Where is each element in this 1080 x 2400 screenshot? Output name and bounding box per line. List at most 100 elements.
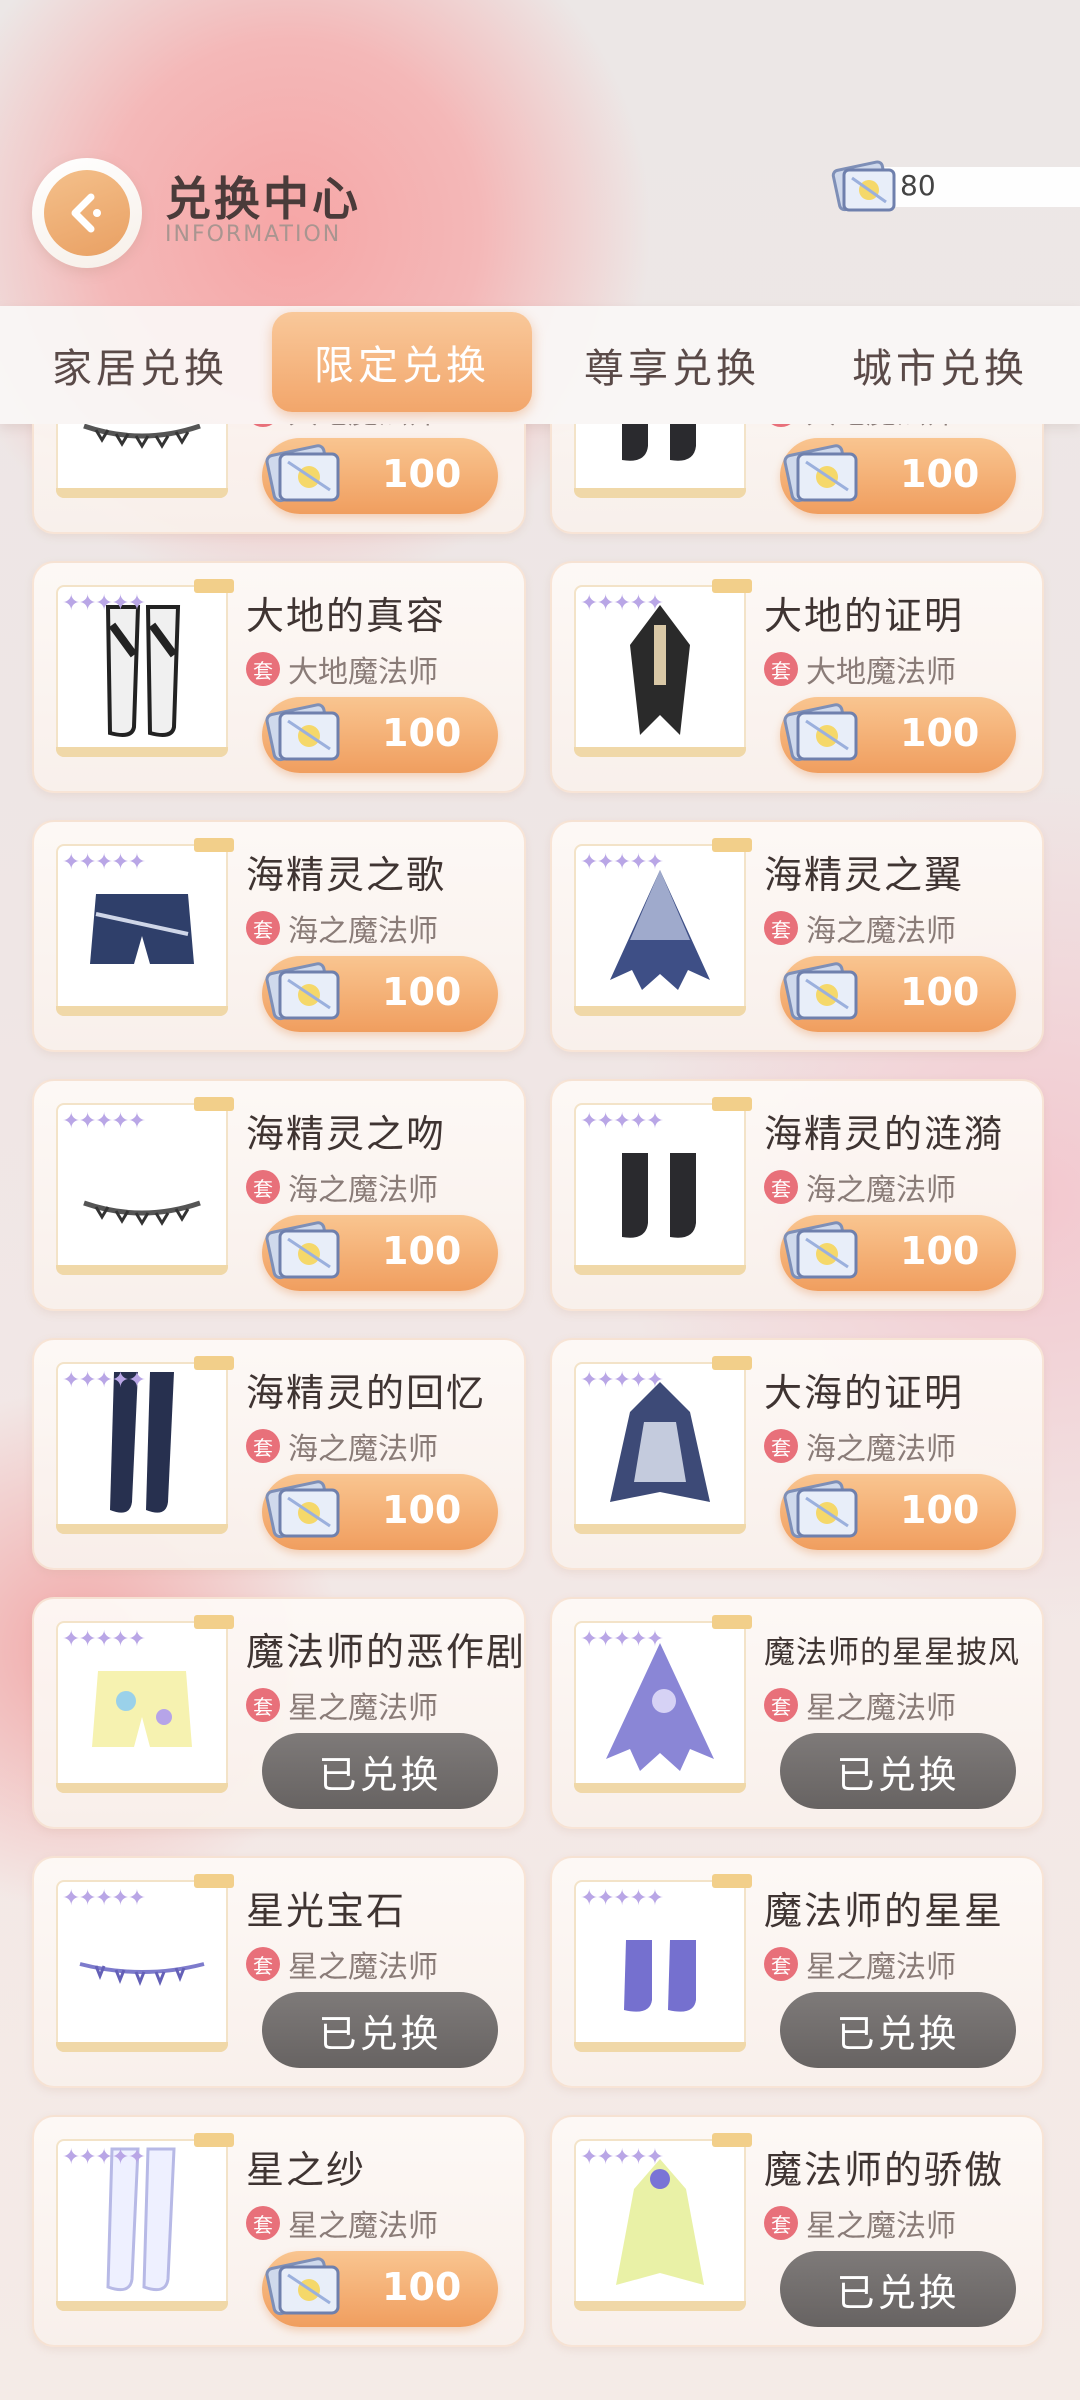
thumbnail-stripe	[574, 1265, 746, 1275]
item-name: 海精灵之吻	[246, 1112, 447, 1156]
item-thumbnail[interactable]: ✦✦✦✦✦	[56, 1874, 234, 2052]
item-thumbnail[interactable]: ✦✦✦✦✦	[574, 424, 746, 498]
item-name: 海精灵之歌	[246, 853, 447, 897]
set-badge-icon: 套	[764, 1429, 798, 1463]
back-arrow-icon	[44, 170, 130, 256]
item-card[interactable]: ✦✦✦✦✦ 套 大地魔法师 100	[550, 424, 1044, 534]
rarity-stars-icon: ✦✦✦✦✦	[62, 1368, 146, 1393]
item-card[interactable]: ✦✦✦✦✦ 海精灵的涟漪套海之魔法师 100	[550, 1079, 1044, 1311]
thumbnail-stripe	[574, 2042, 746, 2052]
set-badge-icon: 套	[246, 652, 280, 686]
ticket-icon	[783, 444, 858, 503]
item-list[interactable]: ✦✦✦✦✦套大地魔法师100✦✦✦✦✦套大地魔法师100✦✦✦✦✦大地的真容套大…	[0, 424, 1080, 2400]
item-set-name: 大地魔法师	[288, 655, 438, 690]
item-thumbnail[interactable]: ✦✦✦✦✦	[56, 1356, 234, 1534]
redeem-button[interactable]: 100	[780, 1474, 1016, 1550]
item-thumbnail[interactable]: ✦✦✦✦✦	[56, 424, 228, 498]
item-card[interactable]: ✦✦✦✦✦ 套 大地魔法师 100	[32, 424, 526, 534]
rarity-corner-icon	[712, 2133, 752, 2147]
set-badge-icon: 套	[764, 2206, 798, 2240]
item-card[interactable]: ✦✦✦✦✦ 魔法师的星星披风套星之魔法师 已兑换	[550, 1597, 1044, 1829]
item-name: 魔法师的星星披风	[764, 1635, 1020, 1671]
item-name: 魔法师的恶作剧	[246, 1630, 527, 1674]
item-thumbnail[interactable]: ✦✦✦✦✦	[574, 838, 752, 1016]
item-thumbnail[interactable]: ✦✦✦✦✦	[574, 1356, 752, 1534]
thumbnail-stripe	[56, 747, 228, 757]
item-thumbnail[interactable]: ✦✦✦✦✦	[574, 1874, 752, 2052]
item-set: 套星之魔法师	[246, 1683, 438, 1727]
redeem-button[interactable]: 100	[780, 697, 1016, 773]
item-name: 大海的证明	[764, 1371, 965, 1415]
item-thumbnail[interactable]: ✦✦✦✦✦	[574, 1097, 752, 1275]
item-thumbnail[interactable]: ✦✦✦✦✦	[56, 1097, 234, 1275]
item-set: 套星之魔法师	[764, 2201, 956, 2245]
item-name: 海精灵之翼	[764, 853, 965, 897]
thumbnail-stripe	[574, 1783, 746, 1793]
item-card[interactable]: ✦✦✦✦✦ 海精灵之吻套海之魔法师 100	[32, 1079, 526, 1311]
redeemed-button[interactable]: 已兑换	[262, 1992, 498, 2068]
set-badge-icon: 套	[246, 911, 280, 945]
redeem-button[interactable]: 100	[262, 956, 498, 1032]
item-thumbnail[interactable]: ✦✦✦✦✦	[574, 2133, 752, 2311]
redeem-button[interactable]: 100	[780, 956, 1016, 1032]
rarity-corner-icon	[712, 1615, 752, 1629]
item-thumbnail[interactable]: ✦✦✦✦✦	[56, 2133, 234, 2311]
redeem-button[interactable]: 100	[262, 1215, 498, 1291]
item-card[interactable]: ✦✦✦✦✦ 大地的真容套大地魔法师 100	[32, 561, 526, 793]
tab-city-exchange[interactable]: 城市兑换	[810, 306, 1070, 424]
item-thumbnail[interactable]: ✦✦✦✦✦	[574, 579, 752, 757]
tab-home-exchange[interactable]: 家居兑换	[10, 306, 270, 424]
item-set: 套海之魔法师	[764, 1424, 956, 1468]
rarity-stars-icon: ✦✦✦✦✦	[580, 850, 664, 875]
set-badge-icon: 套	[246, 424, 280, 427]
item-thumbnail[interactable]: ✦✦✦✦✦	[56, 1615, 234, 1793]
item-card[interactable]: ✦✦✦✦✦ 魔法师的恶作剧套星之魔法师已兑换	[32, 1597, 526, 1829]
item-set: 套海之魔法师	[246, 1424, 438, 1468]
item-set-name: 大地魔法师	[806, 424, 956, 432]
item-thumbnail[interactable]: ✦✦✦✦✦	[56, 838, 234, 1016]
item-thumbnail[interactable]: ✦✦✦✦✦	[574, 1615, 752, 1793]
price-value: 100	[382, 970, 462, 1014]
item-set-name: 星之魔法师	[806, 1950, 956, 1985]
tab-limited-exchange[interactable]: 限定兑换	[272, 312, 532, 412]
rarity-corner-icon	[194, 1874, 234, 1888]
redeem-button[interactable]: 100	[780, 438, 1016, 514]
rarity-corner-icon	[712, 1356, 752, 1370]
tab-premium-exchange[interactable]: 尊享兑换	[542, 306, 802, 424]
ticket-icon	[831, 160, 896, 212]
set-badge-icon: 套	[764, 652, 798, 686]
price-value: 100	[382, 711, 462, 755]
item-card[interactable]: ✦✦✦✦✦ 海精灵之歌套海之魔法师 100	[32, 820, 526, 1052]
thumbnail-stripe	[56, 1524, 228, 1534]
redeem-button[interactable]: 100	[262, 1474, 498, 1550]
item-card[interactable]: ✦✦✦✦✦ 大海的证明套海之魔法师 100	[550, 1338, 1044, 1570]
redeemed-button[interactable]: 已兑换	[262, 1733, 498, 1809]
item-card[interactable]: ✦✦✦✦✦ 海精灵之翼套海之魔法师 100	[550, 820, 1044, 1052]
currency-display: 80	[830, 158, 1080, 212]
page-title: 兑换中心	[165, 172, 361, 226]
back-button[interactable]	[32, 158, 142, 268]
item-card[interactable]: ✦✦✦✦✦ 魔法师的星星套星之魔法师 已兑换	[550, 1856, 1044, 2088]
item-card[interactable]: ✦✦✦✦✦ 海精灵的回忆套海之魔法师 100	[32, 1338, 526, 1570]
tab-bar: 家居兑换 限定兑换 尊享兑换 城市兑换	[0, 306, 1080, 424]
item-thumbnail[interactable]: ✦✦✦✦✦	[56, 579, 234, 757]
item-card[interactable]: ✦✦✦✦✦ 星之纱套星之魔法师 100	[32, 2115, 526, 2347]
item-set-name: 海之魔法师	[288, 914, 438, 949]
thumbnail-stripe	[56, 2301, 228, 2311]
item-set: 套海之魔法师	[764, 1165, 956, 1209]
price-value: 100	[382, 2265, 462, 2309]
item-card[interactable]: ✦✦✦✦✦ 大地的证明套大地魔法师 100	[550, 561, 1044, 793]
item-card[interactable]: ✦✦✦✦✦ 魔法师的骄傲套星之魔法师 已兑换	[550, 2115, 1044, 2347]
item-card[interactable]: ✦✦✦✦✦ 星光宝石套星之魔法师 已兑换	[32, 1856, 526, 2088]
item-name: 星之纱	[246, 2148, 367, 2192]
item-image	[83, 424, 201, 449]
redeem-button[interactable]: 100	[262, 438, 498, 514]
redeemed-button[interactable]: 已兑换	[780, 1992, 1016, 2068]
redeemed-button[interactable]: 已兑换	[780, 2251, 1016, 2327]
rarity-stars-icon: ✦✦✦✦✦	[62, 2145, 146, 2170]
redeem-button[interactable]: 100	[262, 2251, 498, 2327]
redeemed-button[interactable]: 已兑换	[780, 1733, 1016, 1809]
redeem-button[interactable]: 100	[262, 697, 498, 773]
set-badge-icon: 套	[246, 1170, 280, 1204]
redeem-button[interactable]: 100	[780, 1215, 1016, 1291]
